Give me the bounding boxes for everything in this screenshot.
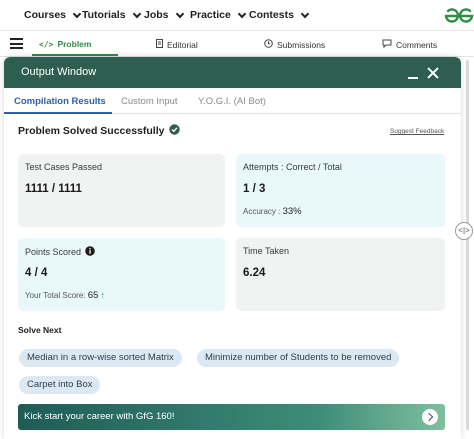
tab-comments[interactable]: Comments (382, 39, 437, 50)
attempts-card: Attempts : Correct / Total 1 / 3 Accurac… (236, 154, 445, 227)
total-score-label: Your Total Score: (25, 291, 86, 300)
banner-text: Kick start your career with GfG 160! (24, 411, 175, 422)
nav-jobs[interactable]: Jobs (144, 9, 184, 21)
tab-submissions[interactable]: Submissions (264, 39, 325, 50)
page-scrollbar[interactable] (466, 60, 469, 430)
nav-practice-label: Practice (190, 9, 231, 21)
tab-custom-input[interactable]: Custom Input (121, 96, 178, 107)
tab-editorial-label: Editorial (167, 39, 198, 50)
gfg160-banner[interactable]: Kick start your career with GfG 160! (18, 404, 445, 430)
chevron-down-icon (132, 9, 141, 18)
tab-editorial[interactable]: Editorial (156, 39, 198, 50)
solve-next-item[interactable]: Minimize number of Students to be remove… (197, 349, 400, 367)
nav-courses-label: Courses (24, 9, 67, 21)
tab-compilation-results[interactable]: Compilation Results (14, 96, 106, 107)
code-icon: </> (39, 39, 54, 49)
chevron-down-icon (300, 9, 310, 18)
points-label-row: Points Scored (25, 246, 95, 258)
output-tab-indicator (4, 112, 112, 114)
chat-bubble-icon (382, 39, 392, 50)
hamburger-menu-icon[interactable] (10, 38, 23, 49)
chevron-down-icon (72, 9, 82, 18)
tab-yogi-ai-bot[interactable]: Y.O.G.I. (AI Bot) (198, 96, 266, 107)
tab-problem-label: Problem (57, 39, 92, 49)
nav-practice[interactable]: Practice (190, 9, 247, 21)
solve-next-title: Solve Next (18, 325, 62, 335)
output-window-header: Output Window (4, 57, 461, 88)
nav-contests[interactable]: Contests (249, 9, 310, 21)
attempts-value: 1 / 3 (243, 183, 266, 195)
test-cases-value: 1111 / 1111 (25, 183, 82, 195)
chevron-right-icon[interactable] (422, 409, 438, 425)
test-cases-label: Test Cases Passed (25, 162, 103, 172)
points-value: 4 / 4 (25, 267, 48, 279)
points-card: Points Scored 4 / 4 Your Total Score: 65… (18, 238, 225, 311)
nav-tutorials[interactable]: Tutorials (82, 9, 141, 21)
nav-contests-label: Contests (249, 9, 294, 21)
minimize-icon[interactable] (408, 77, 418, 79)
solve-next-item[interactable]: Carpet into Box (19, 376, 101, 394)
check-circle-icon (169, 124, 181, 138)
chevron-down-icon (237, 9, 247, 18)
gfg-logo-icon[interactable] (444, 6, 474, 31)
document-icon (156, 39, 163, 50)
time-card: Time Taken 6.24 (236, 238, 445, 311)
status-text: Problem Solved Successfully (18, 125, 165, 137)
nav-courses[interactable]: Courses (24, 9, 82, 21)
tab-problem[interactable]: </> Problem (39, 39, 91, 49)
solve-next-item[interactable]: Median in a row-wise sorted Matrix (19, 349, 182, 367)
nav-jobs-label: Jobs (144, 9, 169, 21)
total-score-value: 65 (87, 290, 99, 301)
total-score-line: Your Total Score: 65 ↑ (25, 290, 105, 301)
active-tab-indicator (32, 54, 118, 56)
output-tabs: Compilation Results Custom Input Y.O.G.I… (4, 88, 461, 114)
clock-icon (264, 39, 273, 50)
status-heading: Problem Solved Successfully (18, 124, 181, 138)
accuracy-label: Accuracy : (243, 207, 281, 216)
suggest-feedback-link[interactable]: Suggest Feedback (390, 128, 444, 135)
points-label: Points Scored (25, 247, 82, 257)
tab-submissions-label: Submissions (277, 39, 326, 50)
tab-comments-label: Comments (396, 39, 438, 50)
test-cases-card: Test Cases Passed 1111 / 1111 (18, 154, 225, 227)
output-window: Output Window Compilation Results Custom… (4, 57, 461, 439)
time-label: Time Taken (243, 246, 290, 256)
nav-tutorials-label: Tutorials (82, 9, 126, 21)
top-navbar: Courses Tutorials Jobs Practice Contests (0, 0, 474, 31)
time-value: 6.24 (243, 267, 266, 279)
resize-handle-icon[interactable]: <|> (455, 222, 473, 240)
info-icon[interactable] (85, 246, 95, 258)
close-icon[interactable] (427, 67, 439, 79)
output-window-title: Output Window (21, 66, 97, 78)
attempts-label: Attempts : Correct / Total (243, 162, 342, 172)
arrow-up-icon: ↑ (100, 290, 106, 300)
accuracy-line: Accuracy : 33% (243, 206, 302, 217)
chevron-down-icon (175, 9, 184, 18)
accuracy-value: 33% (282, 206, 302, 217)
